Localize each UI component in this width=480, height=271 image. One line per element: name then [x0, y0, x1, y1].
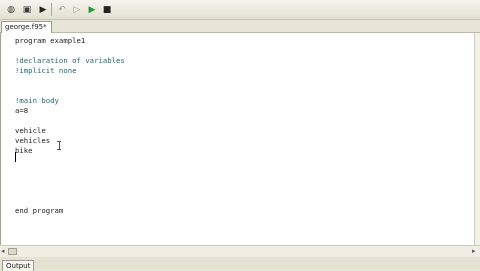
- code-line: vehicle: [15, 126, 46, 135]
- step-icon[interactable]: ▷: [69, 2, 85, 18]
- stop-icon[interactable]: ■: [99, 2, 115, 18]
- run-icon[interactable]: ▶: [35, 2, 51, 18]
- ibeam-cursor-icon: [57, 141, 61, 150]
- vertical-scrollbar[interactable]: [474, 33, 480, 245]
- comment-line: !main body: [15, 96, 59, 105]
- scroll-left-icon[interactable]: ◂: [1, 247, 5, 256]
- code-line: a=8: [15, 106, 29, 115]
- scroll-right-icon[interactable]: ▸: [472, 247, 476, 256]
- debug-run-icon[interactable]: ▶: [84, 2, 100, 18]
- toolbar: ◍ ▣ ▶ ↶ ▷ ▶ ■: [0, 0, 480, 20]
- compile-icon[interactable]: ◍: [3, 2, 19, 18]
- comment-line: !declaration of variables: [15, 56, 125, 65]
- tab-george-f95[interactable]: george.f95*: [1, 21, 52, 33]
- tab-output[interactable]: Output: [2, 260, 35, 271]
- code-line: program example1: [15, 36, 86, 45]
- code-line: vehicles: [15, 136, 51, 145]
- comment-line: !implicit none: [15, 66, 77, 75]
- build-icon[interactable]: ▣: [19, 2, 35, 18]
- scrollbar-thumb[interactable]: [8, 248, 17, 255]
- text-caret: [15, 152, 16, 162]
- toolbar-separator: [51, 3, 52, 16]
- code-line: bike: [15, 146, 33, 155]
- undo-icon[interactable]: ↶: [54, 2, 70, 18]
- code-line: end program: [15, 206, 64, 215]
- panel-tabbar: Output: [0, 257, 480, 271]
- document-tabstrip: george.f95*: [0, 20, 480, 33]
- code-editor[interactable]: program example1 !declaration of variable…: [0, 33, 475, 245]
